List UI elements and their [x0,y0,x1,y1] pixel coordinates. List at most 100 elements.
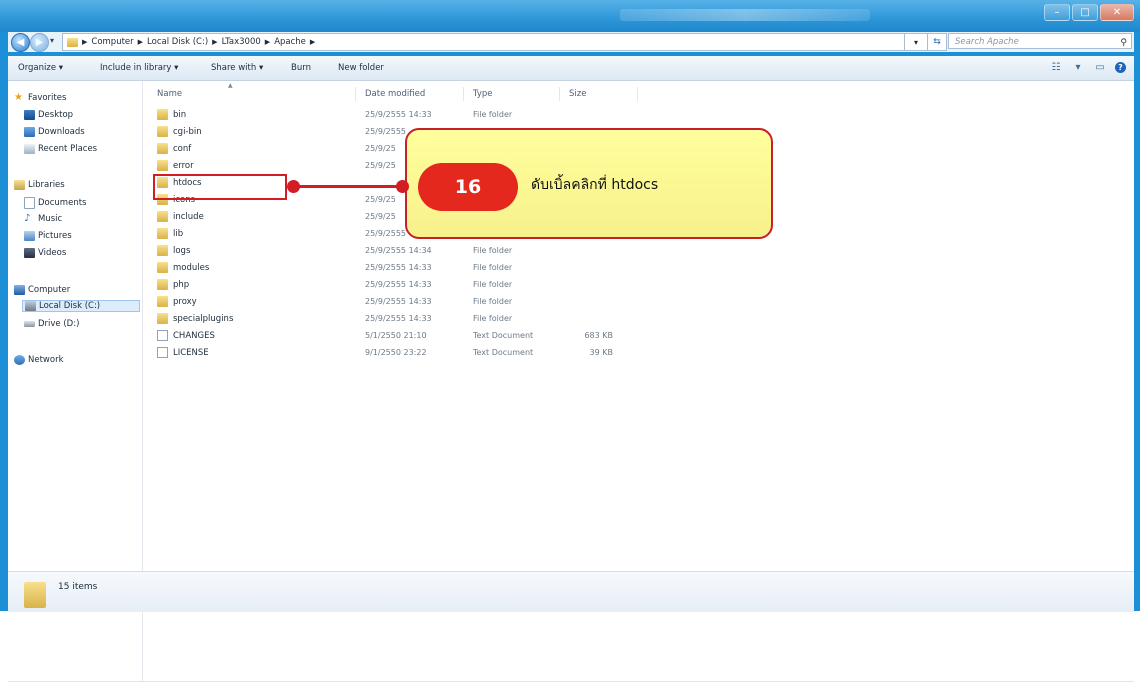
maximize-button[interactable]: □ [1072,4,1098,21]
file-type: File folder [473,263,513,272]
nav-drive-d[interactable]: Drive (D:) [24,319,79,329]
column-divider[interactable] [355,87,356,101]
minimize-button[interactable]: – [1044,4,1070,21]
nav-label: Downloads [38,127,85,137]
file-type: File folder [473,297,513,306]
breadcrumb-ltax3000[interactable]: LTax3000 [222,37,261,47]
file-type: File folder [473,246,513,255]
folder-icon [157,109,168,120]
column-header-size[interactable]: Size [569,89,586,99]
column-divider[interactable] [637,87,638,101]
change-view-icon[interactable]: ☷ [1049,60,1063,74]
chevron-down-icon[interactable]: ▾ [1071,60,1085,74]
star-icon: ★ [14,92,23,103]
nav-label: Favorites [28,93,67,103]
chevron-right-icon[interactable]: ▶ [138,38,143,46]
file-date: 25/9/25 [365,212,396,221]
chevron-right-icon[interactable]: ▶ [265,38,270,46]
file-row-bin[interactable]: bin 25/9/2555 14:33 File folder [157,107,637,123]
title-bar[interactable]: – □ ✕ [0,0,1140,32]
nav-downloads[interactable]: Downloads [24,127,85,137]
folder-icon [24,582,46,608]
search-input[interactable]: Search Apache ⚲ [948,33,1132,49]
chevron-right-icon[interactable]: ▶ [310,38,315,46]
file-type: File folder [473,280,513,289]
nav-documents[interactable]: Documents [24,197,86,209]
column-header-name[interactable]: Name [157,89,182,99]
close-button[interactable]: ✕ [1100,4,1134,21]
breadcrumb-apache[interactable]: Apache [274,37,306,47]
file-name: specialplugins [173,314,234,324]
organize-button[interactable]: Organize ▾ [18,63,63,73]
nav-desktop[interactable]: Desktop [24,110,73,120]
column-divider[interactable] [463,87,464,101]
back-button[interactable]: ◀ [11,33,30,52]
nav-label: Documents [38,198,87,208]
nav-network[interactable]: Network [14,355,64,365]
address-history-dropdown[interactable]: ▾ [904,33,928,51]
file-type: Text Document [473,348,534,357]
address-field[interactable]: ▶ Computer ▶ Local Disk (C:) ▶ LTax3000 … [62,33,908,51]
nav-recent-places[interactable]: Recent Places [24,144,97,154]
nav-label: Videos [38,248,67,258]
nav-videos[interactable]: Videos [24,248,66,258]
desktop-icon [24,110,35,120]
nav-label: Libraries [28,180,65,190]
folder-icon [157,279,168,290]
forward-button[interactable]: ▶ [30,33,49,52]
documents-icon [24,197,35,209]
libraries-icon [14,180,25,190]
help-icon[interactable]: ? [1115,61,1126,73]
nav-computer[interactable]: Computer [14,285,70,295]
folder-icon [157,211,168,222]
file-date: 5/1/2550 21:10 [365,331,427,340]
file-name: error [173,161,194,171]
column-header-type[interactable]: Type [473,89,493,99]
recent-places-icon [24,144,35,154]
file-row-specialplugins[interactable]: specialplugins 25/9/2555 14:33 File folder [157,311,637,327]
back-arrow-icon: ◀ [16,37,25,48]
file-row-license[interactable]: LICENSE 9/1/2550 23:22 Text Document 39 KB [157,345,637,361]
file-row-logs[interactable]: logs 25/9/2555 14:34 File folder [157,243,637,259]
file-row-php[interactable]: php 25/9/2555 14:33 File folder [157,277,637,293]
folder-icon [157,143,168,154]
recent-pages-dropdown[interactable]: ▾ [50,36,54,45]
preview-pane-icon[interactable]: ▭ [1093,60,1107,74]
file-size: 683 KB [584,331,613,340]
nav-label: Computer [28,285,71,295]
chevron-down-icon: ▾ [913,37,918,47]
instruction-text: ดับเบิ้ลคลิกที่ htdocs [531,177,659,193]
nav-label: Network [28,355,64,365]
command-bar: Organize ▾ Include in library ▾ Share wi… [8,56,1134,81]
file-row-changes[interactable]: CHANGES 5/1/2550 21:10 Text Document 683 KB [157,328,637,344]
folder-icon [157,313,168,324]
callout-connector-dot [396,180,409,193]
breadcrumb-computer[interactable]: Computer [91,37,133,47]
file-date: 25/9/25 [365,161,396,170]
nav-label: Desktop [38,110,74,120]
nav-local-disk[interactable]: Local Disk (C:) [22,300,140,312]
column-divider[interactable] [559,87,560,101]
burn-button[interactable]: Burn [291,63,311,73]
file-row-proxy[interactable]: proxy 25/9/2555 14:33 File folder [157,294,637,310]
folder-icon [157,296,168,307]
chevron-right-icon[interactable]: ▶ [212,38,217,46]
column-header-date[interactable]: Date modified [365,89,425,99]
share-with-button[interactable]: Share with ▾ [211,63,263,73]
file-date: 25/9/25 [365,144,396,153]
chevron-right-icon[interactable]: ▶ [82,38,87,46]
include-in-library-button[interactable]: Include in library ▾ [100,63,178,73]
nav-label: Local Disk (C:) [39,301,101,311]
file-type: File folder [473,314,513,323]
search-icon[interactable]: ⚲ [1120,35,1127,51]
nav-pictures[interactable]: Pictures [24,231,72,241]
nav-music[interactable]: ♪ Music [24,214,62,225]
breadcrumb-local-disk[interactable]: Local Disk (C:) [147,37,208,47]
new-folder-button[interactable]: New folder [338,63,384,73]
file-name: cgi-bin [173,127,202,137]
nav-libraries[interactable]: Libraries [14,180,65,190]
file-name: LICENSE [173,348,209,358]
refresh-button[interactable]: ⇆ [927,33,947,51]
nav-favorites[interactable]: ★ Favorites [14,92,67,104]
file-row-modules[interactable]: modules 25/9/2555 14:33 File folder [157,260,637,276]
